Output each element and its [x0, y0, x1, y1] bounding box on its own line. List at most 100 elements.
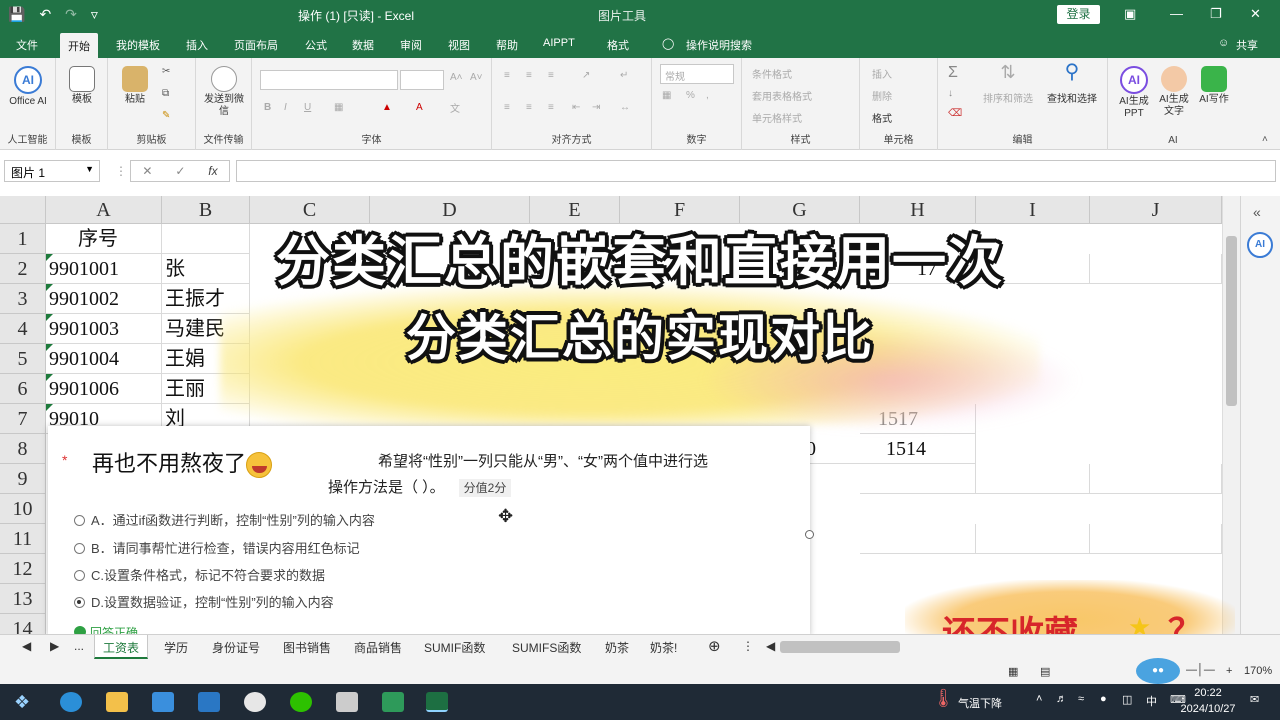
tab-formulas[interactable]: 公式 [305, 37, 327, 53]
insert-cells-button[interactable]: 插入 [872, 66, 892, 81]
zoom-in-icon[interactable]: + [1226, 665, 1232, 677]
mail-icon[interactable] [198, 692, 220, 712]
weather-text[interactable]: 气温下降 [958, 695, 1002, 711]
collapse-ribbon-icon[interactable]: ˄ [1262, 134, 1268, 145]
sort-filter-button[interactable]: ⇅ 排序和筛选 [978, 63, 1038, 106]
fill-color-icon[interactable]: ▲ [382, 102, 392, 113]
name-box[interactable]: 图片 1 ▼ [4, 160, 100, 182]
sheet-tab[interactable]: 图书销售 [283, 639, 331, 656]
align-middle-icon[interactable]: ≡ [526, 70, 532, 81]
copy-icon[interactable]: ⧉ [162, 88, 169, 99]
conditional-format-button[interactable]: 条件格式 [752, 66, 792, 81]
tab-file[interactable]: 文件 [16, 37, 38, 53]
undo-icon[interactable]: ↶ [39, 6, 51, 23]
wrap-text-icon[interactable]: ↵ [620, 70, 628, 81]
office-ai-button[interactable]: AI Office AI [6, 66, 50, 108]
increase-indent-icon[interactable]: ⇥ [592, 102, 600, 113]
orientation-icon[interactable]: ↗ [582, 70, 590, 81]
option-c[interactable]: C.设置条件格式，标记不符合要求的数据 [74, 565, 325, 584]
cancel-icon[interactable]: ✕ [142, 164, 152, 178]
tab-format[interactable]: 格式 [607, 37, 629, 53]
percent-icon[interactable]: % [686, 90, 695, 101]
next-sheet-icon[interactable]: ▶ [50, 639, 59, 653]
shrink-font-icon[interactable]: A˅ [470, 72, 483, 83]
customize-icon[interactable]: ▿ [91, 6, 98, 23]
italic-icon[interactable]: I [284, 102, 287, 113]
tell-me-search[interactable]: 操作说明搜索 [686, 37, 752, 53]
tab-review[interactable]: 审阅 [400, 37, 422, 53]
sheet-tab[interactable]: 奶茶! [650, 639, 677, 656]
tab-insert[interactable]: 插入 [186, 37, 208, 53]
excel-icon[interactable] [426, 692, 448, 712]
tab-home[interactable]: 开始 [60, 33, 98, 58]
find-select-button[interactable]: ⚲ 查找和选择 [1042, 62, 1102, 106]
sheet-tab[interactable]: 学历 [164, 639, 188, 656]
maximize-icon[interactable]: ❐ [1210, 6, 1222, 22]
row-header[interactable]: 9 [0, 464, 46, 494]
font-name-combo[interactable] [260, 70, 398, 90]
align-bottom-icon[interactable]: ≡ [548, 70, 554, 81]
clock-date[interactable]: 2024/10/27 [1168, 703, 1248, 715]
mic-icon[interactable]: ● [1100, 693, 1107, 705]
wechat-icon[interactable] [290, 692, 312, 712]
clear-icon[interactable]: ⌫ [948, 108, 962, 119]
option-a[interactable]: A．通过if函数进行判断，控制“性别”列的输入内容 [74, 510, 375, 529]
cell-i11[interactable] [976, 524, 1090, 554]
horizontal-scroll-thumb[interactable] [780, 641, 900, 653]
close-icon[interactable]: ✕ [1250, 6, 1261, 22]
cell-h9[interactable] [860, 464, 976, 494]
bold-icon[interactable]: B [264, 102, 271, 113]
format-cells-button[interactable]: 格式 [872, 110, 892, 125]
zoom-bubble[interactable]: ●● [1136, 658, 1180, 684]
sheet-tab[interactable]: 身份证号 [212, 639, 260, 656]
more-sheets-icon[interactable]: ... [74, 639, 84, 653]
cell-a6[interactable]: 9901006 [46, 374, 162, 404]
option-d[interactable]: D.设置数据验证，控制“性别”列的输入内容 [74, 592, 334, 611]
phonetic-icon[interactable]: 文 [450, 100, 460, 115]
clock-time[interactable]: 20:22 [1190, 687, 1226, 699]
format-painter-icon[interactable]: ✎ [162, 110, 170, 121]
volume-icon[interactable]: ♬ [1056, 693, 1067, 705]
ai-write-button[interactable]: AI写作 [1196, 66, 1232, 106]
sheet-tab-salary[interactable]: 工资表 [94, 635, 149, 659]
app-icon[interactable] [244, 692, 266, 712]
page-layout-view-icon[interactable]: ▤ [1040, 665, 1050, 678]
tab-help[interactable]: 帮助 [496, 37, 518, 53]
autosum-icon[interactable]: Σ [948, 64, 958, 82]
cut-icon[interactable]: ✂ [162, 66, 170, 77]
normal-view-icon[interactable]: ▦ [1008, 665, 1018, 678]
zoom-slider[interactable]: —│— [1186, 664, 1215, 676]
redo-icon[interactable]: ↷ [65, 6, 77, 23]
tab-data[interactable]: 数据 [352, 37, 374, 53]
store-icon[interactable] [152, 692, 174, 712]
notification-icon[interactable]: ✉ [1250, 693, 1259, 706]
row-header[interactable]: 10 [0, 494, 46, 524]
minimize-icon[interactable]: — [1170, 6, 1183, 21]
delete-cells-button[interactable]: 删除 [872, 88, 892, 103]
tray-expand-icon[interactable]: ˄ [1036, 693, 1042, 705]
underline-icon[interactable]: U [304, 102, 311, 113]
ai-text-button[interactable]: AI生成文字 [1156, 66, 1192, 118]
share-button[interactable]: 共享 [1236, 37, 1258, 53]
paste-button[interactable]: 粘贴 [118, 66, 152, 106]
excel-file-icon[interactable] [382, 692, 404, 712]
sheet-tab[interactable]: 奶茶 [605, 639, 629, 656]
cell-h8[interactable]: 1514 [860, 434, 976, 464]
table-format-button[interactable]: 套用表格格式 [752, 88, 812, 103]
row-header[interactable]: 6 [0, 374, 46, 404]
row-header[interactable]: 12 [0, 554, 46, 584]
ribbon-display-icon[interactable]: ▣ [1124, 6, 1136, 22]
sheet-tab[interactable]: SUMIF函数 [424, 639, 485, 656]
resize-handle[interactable] [805, 530, 814, 539]
decrease-indent-icon[interactable]: ⇤ [572, 102, 580, 113]
ai-ppt-button[interactable]: AI AI生成PPT [1116, 66, 1152, 120]
align-center-icon[interactable]: ≡ [526, 102, 532, 113]
quiz-picture[interactable]: * 再也不用熬夜了 希望将“性别”一列只能从“男”、“女”两个值中进行选 操作方… [48, 426, 814, 636]
cell-style-button[interactable]: 单元格样式 [752, 110, 802, 125]
sheet-tab[interactable]: SUMIFS函数 [512, 639, 581, 656]
share-icon[interactable]: ☺ [1218, 37, 1229, 49]
cell-i9[interactable] [976, 464, 1090, 494]
formula-input[interactable] [236, 160, 1276, 182]
network-icon[interactable]: ≈ [1078, 693, 1084, 705]
font-color-icon[interactable]: A [416, 102, 423, 113]
